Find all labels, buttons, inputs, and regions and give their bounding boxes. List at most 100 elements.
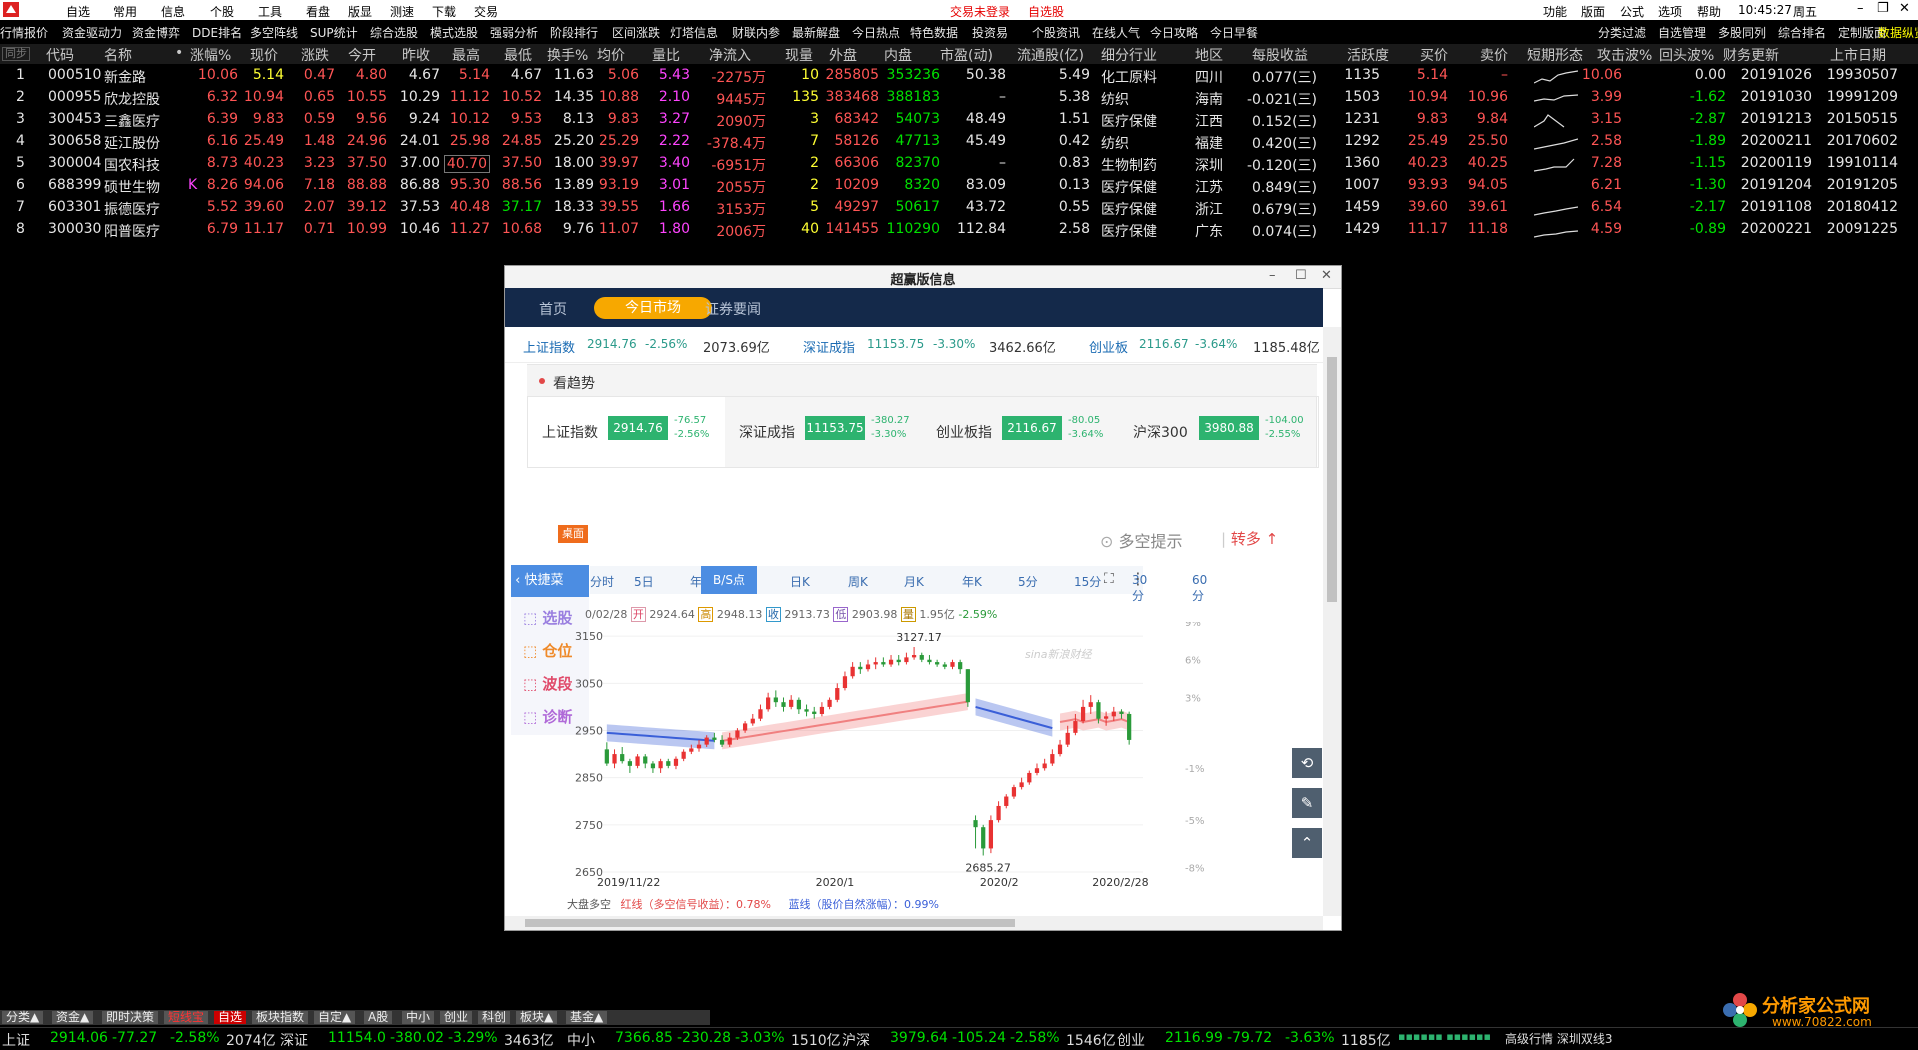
toolbar-item[interactable]: 今日攻略 (1150, 24, 1198, 41)
popup-vscrollbar[interactable] (1323, 327, 1341, 916)
bottom-tab[interactable]: 创业 (440, 1011, 473, 1024)
restore-icon[interactable]: ❐ (1877, 1, 1889, 16)
menu-item-help[interactable]: 帮助 (1697, 3, 1721, 20)
nav-securities-news[interactable]: 证券要闻 (705, 299, 761, 319)
quick-select-stock[interactable]: ⬚ 选股 (523, 607, 572, 628)
column-header[interactable]: 换手% (547, 45, 588, 65)
column-header[interactable]: 内盘 (884, 45, 912, 65)
table-row[interactable]: 8 300030 阳普医疗 6.79 11.17 0.71 10.99 10.46 11.27 1… (0, 219, 1918, 241)
hscroll-thumb[interactable] (525, 919, 1015, 927)
table-row[interactable]: 5 300004 国农科技 8.73 40.23 3.23 37.50 37.00 40.70 3… (0, 153, 1918, 175)
column-header[interactable]: 卖价 (1480, 45, 1508, 65)
column-header[interactable]: 攻击波% (1597, 45, 1652, 65)
bottom-tab[interactable]: 短线宝 (164, 1011, 209, 1024)
column-header[interactable]: 净流入 (709, 45, 751, 65)
column-header[interactable]: 现价 (250, 45, 278, 65)
sync-button[interactable]: 同步 (2, 47, 30, 61)
menu-item-trade[interactable]: 交易 (474, 3, 498, 20)
column-header[interactable]: 地区 (1195, 45, 1223, 65)
fullscreen-icon[interactable]: ⛶ (1104, 571, 1114, 587)
bottom-tab[interactable]: 分类▲ (2, 1011, 44, 1024)
toolbar-item[interactable]: 财联内参 (732, 24, 780, 41)
share-button[interactable]: ⟲ (1292, 748, 1322, 778)
menu-item-options[interactable]: 选项 (1658, 3, 1682, 20)
column-header[interactable]: 涨跌 (301, 45, 329, 65)
index-card[interactable]: 深证成指 11153.75 -380.27 -3.30% (725, 397, 923, 467)
chart-tab[interactable]: 分时 (590, 573, 614, 590)
toolbar-item[interactable]: 综合选股 (370, 24, 418, 41)
toolbar-right-item[interactable]: 分类过滤 (1598, 24, 1646, 41)
minimize-icon[interactable]: – (1857, 1, 1864, 16)
toolbar-item[interactable]: 资金驱动力 (62, 24, 122, 41)
bottom-tab[interactable]: 科创 (478, 1011, 511, 1024)
column-header[interactable]: 涨幅% (190, 45, 231, 65)
desktop-badge[interactable]: 桌面 (558, 525, 588, 543)
self-pick-stock-link[interactable]: 自选股 (1028, 3, 1064, 20)
long-short-tip[interactable]: ⊙ 多空提示 (1100, 528, 1183, 552)
column-header[interactable]: 名称 (104, 45, 132, 65)
ticker-sz-name[interactable]: 深证成指 (803, 337, 855, 356)
toolbar-item[interactable]: 灯塔信息 (670, 24, 718, 41)
table-row[interactable]: 1 000510 新金路 10.06 5.14 0.47 4.80 4.67 5.14 4.67 1… (0, 65, 1918, 87)
bottom-tab[interactable]: 即时决策 (102, 1011, 159, 1024)
toolbar-right-item[interactable]: 综合排名 (1778, 24, 1826, 41)
status-index-name[interactable]: 深证 (280, 1030, 308, 1050)
toolbar-item[interactable]: 强弱分析 (490, 24, 538, 41)
index-card[interactable]: 创业板指 2116.67 -80.05 -3.64% (922, 397, 1120, 467)
bottom-tab[interactable]: 中小 (402, 1011, 435, 1024)
vscroll-thumb[interactable] (1327, 357, 1337, 602)
menu-item-function[interactable]: 功能 (1543, 3, 1567, 20)
bottom-tab[interactable]: 自选 (214, 1011, 247, 1024)
menu-item-layout[interactable]: 版面 (1581, 3, 1605, 20)
toolbar-item[interactable]: 今日热点 (852, 24, 900, 41)
trade-login-status[interactable]: 交易未登录 (950, 3, 1010, 20)
toolbar-right-item[interactable]: 多股同列 (1718, 24, 1766, 41)
column-header[interactable]: • (175, 45, 183, 61)
chart-tab[interactable]: 5分 (1018, 573, 1038, 590)
column-header[interactable]: 均价 (597, 45, 625, 65)
column-header[interactable]: 今开 (348, 45, 376, 65)
more-options-icon[interactable]: ⋮ (1130, 569, 1146, 588)
column-header[interactable]: 代码 (46, 45, 74, 65)
nav-home[interactable]: 首页 (539, 299, 567, 319)
toolbar-item[interactable]: 个股资讯 (1032, 24, 1080, 41)
edit-button[interactable]: ✎ (1292, 788, 1322, 818)
toolbar-item[interactable]: 今日早餐 (1210, 24, 1258, 41)
status-index-name[interactable]: 沪深 (842, 1030, 870, 1050)
toolbar-item[interactable]: 特色数据 (910, 24, 958, 41)
quick-diagnose[interactable]: ⬚ 诊断 (523, 706, 572, 727)
popup-minimize-icon[interactable]: – (1269, 268, 1276, 283)
menu-item-speed[interactable]: 测速 (390, 3, 414, 20)
column-header[interactable]: 财务更新 (1723, 45, 1779, 65)
bottom-tab[interactable]: 自定▲ (314, 1011, 356, 1024)
column-header[interactable]: 上市日期 (1830, 45, 1886, 65)
popup-maximize-icon[interactable]: ☐ (1295, 268, 1307, 283)
bottom-tab[interactable]: A股 (364, 1011, 393, 1024)
column-header[interactable]: 细分行业 (1101, 45, 1157, 65)
table-row[interactable]: 3 300453 三鑫医疗 6.39 9.83 0.59 9.56 9.24 10.12 9.53… (0, 109, 1918, 131)
chart-tab[interactable]: 日K (790, 573, 810, 590)
table-row[interactable]: 2 000955 欣龙控股 6.32 10.94 0.65 10.55 10.29 11.12 1… (0, 87, 1918, 109)
scroll-top-button[interactable]: ⌃ (1292, 828, 1322, 858)
toolbar-item[interactable]: 阶段排行 (550, 24, 598, 41)
column-header[interactable]: 买价 (1420, 45, 1448, 65)
toolbar-item[interactable]: 多空阵线 (250, 24, 298, 41)
menu-item-stock[interactable]: 个股 (210, 3, 234, 20)
column-header[interactable]: 回头波% (1659, 45, 1714, 65)
ticker-sh-name[interactable]: 上证指数 (523, 337, 575, 356)
column-header[interactable]: 短期形态 (1527, 45, 1583, 65)
chart-tab[interactable]: 周K (848, 573, 868, 590)
toolbar-item[interactable]: 模式选股 (430, 24, 478, 41)
toolbar-item[interactable]: 最新解盘 (792, 24, 840, 41)
quick-position[interactable]: ⬚ 仓位 (523, 640, 572, 661)
bottom-tab[interactable]: 板块指数 (252, 1011, 309, 1024)
toolbar-item[interactable]: 在线人气 (1092, 24, 1140, 41)
menu-item-display[interactable]: 版显 (348, 3, 372, 20)
toolbar-item[interactable]: 投资易 (972, 24, 1008, 41)
tab-bs-point[interactable]: B/S点 (701, 566, 757, 594)
ticker-cy-name[interactable]: 创业板 (1089, 337, 1128, 356)
menu-item-self[interactable]: 自选 (66, 3, 90, 20)
nav-today-market[interactable]: 今日市场 (594, 297, 712, 319)
menu-item-common[interactable]: 常用 (113, 3, 137, 20)
column-header[interactable]: 最低 (504, 45, 532, 65)
